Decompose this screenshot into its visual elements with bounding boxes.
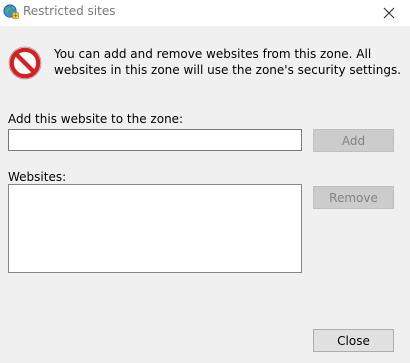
restricted-sites-dialog: Restricted sites You can add and remove … bbox=[0, 0, 410, 363]
window-title: Restricted sites bbox=[23, 4, 116, 18]
title-bar: Restricted sites bbox=[0, 0, 410, 26]
website-input[interactable] bbox=[8, 129, 302, 151]
restricted-no-entry-icon bbox=[8, 46, 42, 80]
close-button[interactable]: Close bbox=[313, 329, 394, 352]
remove-button[interactable]: Remove bbox=[313, 186, 394, 209]
websites-label: Websites: bbox=[8, 170, 67, 184]
close-icon[interactable] bbox=[374, 0, 404, 26]
add-website-label: Add this website to the zone: bbox=[8, 112, 184, 126]
add-button[interactable]: Add bbox=[313, 129, 394, 152]
globe-shield-icon bbox=[3, 3, 19, 19]
zone-description: You can add and remove websites from thi… bbox=[54, 47, 402, 77]
websites-list[interactable] bbox=[8, 184, 302, 273]
